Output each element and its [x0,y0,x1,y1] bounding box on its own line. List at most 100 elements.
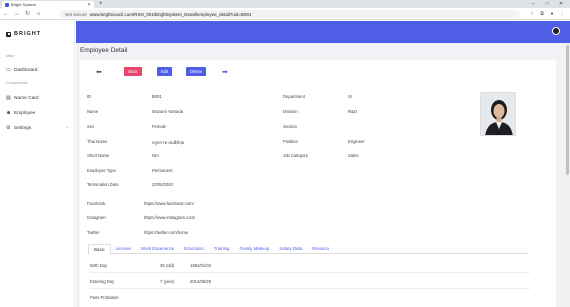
position-label: Position [283,139,298,144]
profile-icon[interactable]: ● [547,10,557,18]
employee-type-label: Employee Type [87,168,116,173]
sidebar-item-employee[interactable]: ☻ Employee [6,110,68,116]
chevron-right-icon: › [66,125,68,131]
tab-basic[interactable]: Basic [88,244,111,255]
menu-icon[interactable]: ⋮ [557,10,567,18]
name-label: Name [87,109,99,114]
sidebar-item-label: Settings [14,125,32,131]
forward-nav-icon[interactable]: → [11,11,22,17]
thai-name-label: Thai Name [87,139,108,144]
id-value: B001 [152,94,162,99]
termination-date-label: Termination Date [87,182,119,187]
employee-photo [480,92,516,136]
arrow-left-icon[interactable]: ⬅ [96,68,102,76]
extensions-icon[interactable]: ⧉ [537,10,547,18]
job-category-value: Sales [348,153,359,158]
job-category-label: Job Category [283,153,308,158]
scrollbar-thumb[interactable] [566,45,569,175]
tab-work-experience[interactable]: Work Experience [136,244,179,253]
brand-logo[interactable]: BRIGHT [6,31,41,37]
page-scrollbar[interactable] [565,43,570,307]
user-icon: ☻ [6,110,12,116]
reload-icon[interactable]: ↻ [22,10,33,17]
department-label: Department [283,94,305,99]
termination-date-value: 20/05/2020 [152,182,173,187]
employee-detail-card: ⬅ Back Edit Delete ➡ ID B001 Name Mazumi… [80,60,556,307]
tab-education[interactable]: Education [179,244,209,253]
age-value: 36 (old) [160,263,175,268]
facebook-link[interactable]: https://www.facebook.com/ [144,201,194,206]
url-text: www.brightcoucil.com/RSN_001/BrightSyste… [89,11,252,17]
brand-mark-icon [6,31,11,37]
entering-day-value: 2013/06/29 [190,279,211,284]
browser-tab-strip: Bright System ✕ + – □ ✕ [0,0,570,8]
tab-license[interactable]: License [111,244,136,253]
twitter-label: Twitter [87,230,100,235]
toolbar-icons: ☆ ⧉ ● ⋮ [527,10,567,18]
department-value: Sr [348,94,353,99]
gear-icon: ⚙ [6,125,11,131]
maximize-icon[interactable]: □ [540,0,554,8]
birth-day-label: Birth Day [90,263,108,268]
app-header [76,21,570,43]
tab-family-makeup[interactable]: Family Makeup [234,244,274,253]
instagram-link[interactable]: https://www.instagram.com/ [144,215,195,220]
url-field[interactable]: Not secure www.brightcoucil.com/RSN_001/… [60,10,520,18]
browser-tab-title: Bright System [11,2,36,7]
back-button[interactable]: Back [124,67,142,76]
main-content: Employee Detail ⬅ Back Edit Delete ➡ ID … [76,43,570,307]
person-photo-icon [481,93,515,135]
employee-type-value: Permanent [152,168,173,173]
birth-day-value: 1984/01/02 [190,263,211,268]
avatar[interactable] [552,27,560,35]
browser-tab[interactable]: Bright System ✕ [2,1,94,8]
star-icon[interactable]: ☆ [527,10,537,18]
section-main-label: Main [6,54,15,58]
row-divider [90,288,530,289]
division-value: R&D [348,109,357,114]
brand-name: BRIGHT [14,31,42,37]
pass-probation-label: Pass Probation [90,295,119,300]
tab-training[interactable]: Training [209,244,235,253]
sidebar-item-settings[interactable]: ⚙ Settings › [6,125,68,131]
window-controls: – □ ✕ [526,0,568,8]
sidebar: BRIGHT Main ▭ Dashboard Components ▤ Nam… [0,21,75,307]
detail-tabs: Basic License Work Experience Education … [88,244,528,255]
arrow-right-icon[interactable]: ➡ [222,68,228,76]
sidebar-item-dashboard[interactable]: ▭ Dashboard [6,67,68,73]
short-name-value: NIA [152,153,159,158]
address-bar: ← → ↻ ⌂ Not secure www.brightcoucil.com/… [0,8,570,20]
section-components-label: Components [6,81,28,85]
tab-salary-data[interactable]: Salary Data [274,244,307,253]
back-nav-icon[interactable]: ← [0,11,11,17]
page-title: Employee Detail [80,47,128,54]
facebook-label: Facebook [87,201,106,206]
twitter-link[interactable]: https://twitter.com/home [144,230,188,235]
minimize-icon[interactable]: – [526,0,540,8]
close-tab-icon[interactable]: ✕ [87,2,91,8]
favicon-icon [5,2,9,7]
row-divider [90,272,530,273]
id-label: ID [87,94,92,99]
division-label: Division [283,109,298,114]
not-secure-label: Not secure [65,11,87,17]
monitor-icon: ▭ [6,67,11,73]
section-label: Section [283,124,297,129]
short-name-label: Short Name [87,153,110,158]
sex-value: Female [152,124,166,129]
close-window-icon[interactable]: ✕ [554,0,568,8]
thai-name-value: ทรูทราท สมมีดีสุด [152,140,185,145]
sidebar-item-name-card[interactable]: ▤ Name Card [6,95,68,101]
card-icon: ▤ [6,95,11,101]
delete-button[interactable]: Delete [186,67,206,76]
entering-day-label: Entering Day [90,279,115,284]
new-tab-icon[interactable]: + [99,1,103,7]
home-icon[interactable]: ⌂ [33,11,44,17]
sidebar-item-label: Dashboard [14,67,38,73]
sex-label: Sex [87,124,95,129]
edit-button[interactable]: Edit [157,67,172,76]
tab-revision[interactable]: Revision [307,244,334,253]
sidebar-item-label: Name Card [14,95,39,101]
name-value: Mazumi Yamada [152,109,184,114]
position-value: Engineer [348,139,365,144]
